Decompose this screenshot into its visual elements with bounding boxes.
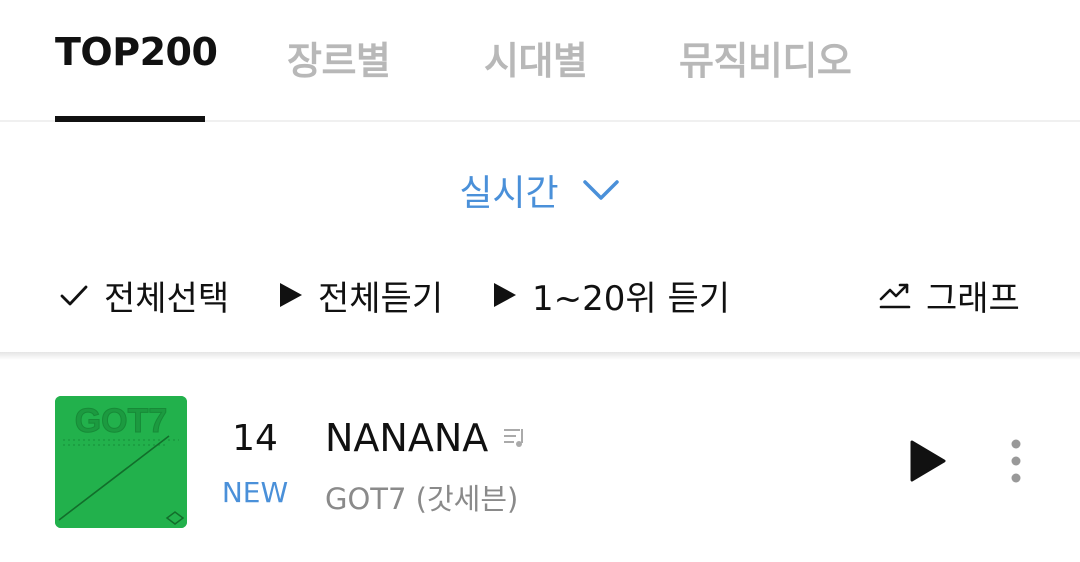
artist-name[interactable]: GOT7 (갓세븐)	[325, 476, 518, 518]
play-top20-button[interactable]: 1~20위 듣기	[492, 272, 731, 319]
play-button[interactable]	[908, 438, 948, 484]
rank-number: 14	[232, 418, 278, 459]
check-icon	[60, 285, 88, 306]
play-all-button[interactable]: 전체듣기	[278, 272, 444, 319]
more-vertical-icon	[1011, 439, 1021, 483]
tab-bar: TOP200 장르별 시대별 뮤직비디오	[0, 0, 1080, 122]
graph-label: 그래프	[926, 278, 1020, 319]
more-options-button[interactable]	[1004, 436, 1028, 486]
song-title: NANANA	[325, 416, 489, 460]
period-selector[interactable]: 실시간	[0, 164, 1080, 216]
trending-up-icon	[879, 283, 911, 309]
chevron-down-icon	[581, 170, 621, 210]
select-all-label: 전체선택	[104, 278, 230, 319]
play-icon	[494, 283, 516, 307]
active-tab-indicator	[55, 116, 205, 122]
rank-change-badge: NEW	[221, 476, 289, 509]
album-cover[interactable]: GOT7	[55, 396, 187, 528]
lyrics-icon[interactable]	[502, 425, 528, 451]
tab-genre[interactable]: 장르별	[287, 30, 391, 85]
tab-top200[interactable]: TOP200	[55, 30, 218, 74]
tab-music-video[interactable]: 뮤직비디오	[679, 30, 852, 85]
song-title-group[interactable]: NANANA	[325, 416, 528, 460]
song-row[interactable]: GOT7 14 NEW NANANA GOT7 (갓세븐)	[0, 396, 1080, 528]
graph-button[interactable]: 그래프	[878, 272, 1020, 319]
select-all-button[interactable]: 전체선택	[58, 272, 230, 319]
action-bar: 전체선택 전체듣기 1~20위 듣기 그래프	[0, 272, 1080, 319]
play-icon	[910, 440, 946, 482]
section-divider	[0, 352, 1080, 360]
play-all-label: 전체듣기	[318, 278, 444, 319]
album-art-text: GOT7	[75, 402, 168, 440]
tab-era[interactable]: 시대별	[484, 30, 588, 85]
period-label: 실시간	[459, 173, 559, 214]
play-top20-label: 1~20위 듣기	[532, 278, 731, 319]
play-icon	[280, 283, 302, 307]
album-art-image: GOT7	[55, 396, 187, 528]
